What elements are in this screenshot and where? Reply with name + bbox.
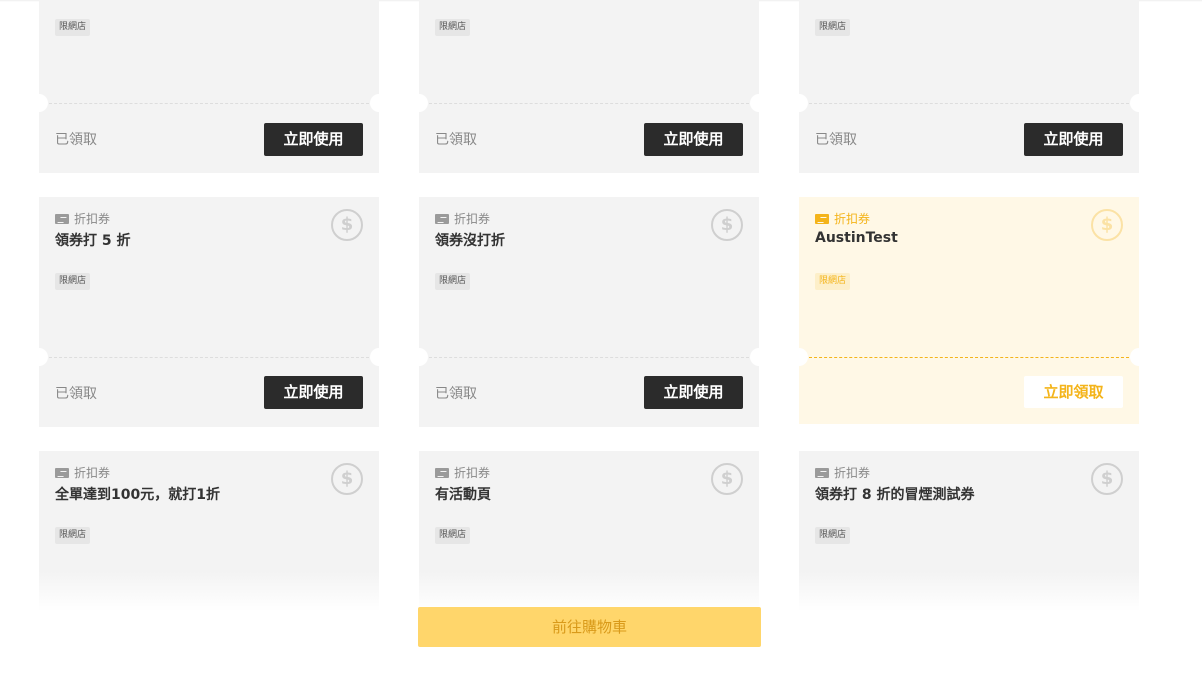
claim-now-button[interactable]: 立即領取	[1024, 376, 1123, 408]
coupon-name: 全單達到100元，就打1折	[55, 487, 220, 503]
coupon-notch	[39, 348, 48, 366]
coupon-name: 領券打 8 折的冒煙測試券	[815, 487, 975, 503]
ticket-icon	[435, 213, 449, 224]
use-now-button[interactable]: 立即使用	[264, 123, 363, 156]
coupon-divider	[809, 357, 1129, 358]
coupon-notch	[1130, 94, 1139, 112]
coupon-type: 折扣券	[815, 210, 870, 227]
coupon-name: 領券打 5 折	[55, 233, 131, 249]
online-store-tag: 限網店	[55, 273, 91, 290]
coupon-card: 折扣券 領券打 5 折 限網店 $ 已領取 立即使用	[39, 197, 379, 427]
online-store-tag: 限網店	[435, 273, 471, 290]
coupon-card: 限網店 已領取 立即使用	[419, 0, 759, 173]
coupon-card-unclaimed: 折扣券 AustinTest 限網店 $ 立即領取	[799, 197, 1139, 424]
coupon-card: 折扣券 全單達到100元，就打1折 限網店 $	[39, 451, 379, 611]
coupon-notch	[799, 348, 808, 366]
dollar-icon: $	[331, 463, 363, 495]
coupon-type-label: 折扣券	[74, 212, 111, 226]
online-store-tag: 限網店	[815, 19, 851, 36]
claimed-status: 已領取	[435, 132, 477, 148]
coupon-divider	[429, 357, 749, 358]
claimed-status: 已領取	[55, 386, 97, 402]
online-store-tag: 限網店	[815, 273, 851, 290]
coupon-type-label: 折扣券	[454, 466, 491, 480]
dollar-icon: $	[711, 463, 743, 495]
coupon-notch	[799, 94, 808, 112]
dollar-icon: $	[1091, 209, 1123, 241]
coupon-name: 領券沒打折	[435, 233, 505, 249]
coupon-notch	[370, 348, 379, 366]
coupon-name: 有活動頁	[435, 487, 491, 503]
dollar-icon: $	[331, 209, 363, 241]
coupon-notch	[1130, 348, 1139, 366]
online-store-tag: 限網店	[815, 527, 851, 544]
use-now-button[interactable]: 立即使用	[264, 376, 363, 409]
coupon-type: 折扣券	[55, 464, 110, 481]
go-to-cart-button[interactable]: 前往購物車	[418, 607, 761, 647]
ticket-icon	[55, 213, 69, 224]
coupon-notch	[419, 94, 428, 112]
coupon-card: 折扣券 有活動頁 限網店 $	[419, 451, 759, 611]
ticket-icon	[435, 467, 449, 478]
coupon-type-label: 折扣券	[834, 466, 871, 480]
coupon-notch	[750, 94, 759, 112]
coupon-divider	[809, 103, 1129, 104]
use-now-button[interactable]: 立即使用	[644, 123, 743, 156]
coupon-type: 折扣券	[815, 464, 870, 481]
claimed-status: 已領取	[55, 132, 97, 148]
coupon-card: 限網店 已領取 立即使用	[799, 0, 1139, 173]
dollar-icon: $	[1091, 463, 1123, 495]
claimed-status: 已領取	[435, 386, 477, 402]
coupon-notch	[370, 94, 379, 112]
coupon-notch	[750, 348, 759, 366]
coupon-notch	[419, 348, 428, 366]
coupon-type-label: 折扣券	[74, 466, 111, 480]
coupon-type: 折扣券	[55, 210, 110, 227]
ticket-icon	[815, 213, 829, 224]
dollar-icon: $	[711, 209, 743, 241]
ticket-icon	[815, 467, 829, 478]
use-now-button[interactable]: 立即使用	[1024, 123, 1123, 156]
claimed-status: 已領取	[815, 132, 857, 148]
online-store-tag: 限網店	[55, 527, 91, 544]
coupon-type-label: 折扣券	[454, 212, 491, 226]
coupon-card: 折扣券 領券沒打折 限網店 $ 已領取 立即使用	[419, 197, 759, 427]
coupon-type: 折扣券	[435, 464, 490, 481]
coupon-divider	[429, 103, 749, 104]
coupon-divider	[49, 357, 369, 358]
online-store-tag: 限網店	[435, 527, 471, 544]
coupon-name: AustinTest	[815, 230, 898, 246]
coupon-divider	[49, 103, 369, 104]
online-store-tag: 限網店	[55, 19, 91, 36]
coupon-notch	[39, 94, 48, 112]
ticket-icon	[55, 467, 69, 478]
coupon-card: 限網店 已領取 立即使用	[39, 0, 379, 173]
coupon-type-label: 折扣券	[834, 212, 871, 226]
use-now-button[interactable]: 立即使用	[644, 376, 743, 409]
online-store-tag: 限網店	[435, 19, 471, 36]
coupon-card: 折扣券 領券打 8 折的冒煙測試券 限網店 $	[799, 451, 1139, 611]
coupon-type: 折扣券	[435, 210, 490, 227]
